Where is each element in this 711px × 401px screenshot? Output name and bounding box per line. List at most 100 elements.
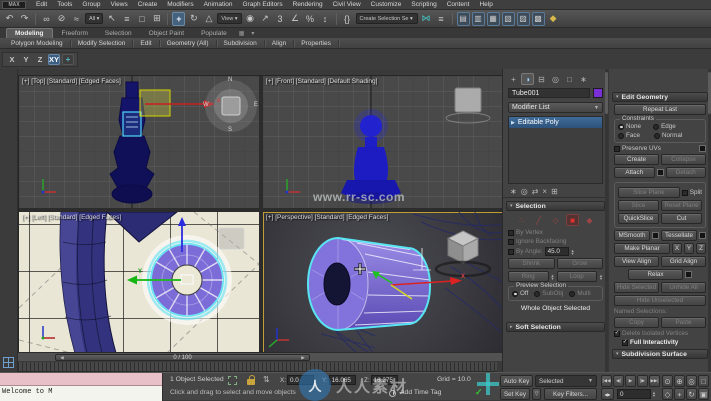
display-tab-icon[interactable]: □ xyxy=(563,73,576,85)
rollout-selection[interactable]: ▾Selection xyxy=(506,201,605,211)
y-coordinate-field[interactable]: 16.065 xyxy=(329,375,356,385)
selection-set-dropdown[interactable]: Selected ▼ xyxy=(535,375,597,387)
quickslice-button[interactable]: QuickSlice xyxy=(618,213,659,224)
vertex-icon[interactable]: ∴ xyxy=(515,214,528,226)
menu-item[interactable]: Civil View xyxy=(328,1,366,8)
ribbon-panel[interactable]: Align xyxy=(265,40,294,47)
menu-item[interactable]: Views xyxy=(105,1,132,8)
play-icon[interactable]: ▶ xyxy=(625,375,636,387)
element-icon[interactable]: ◆ xyxy=(583,214,596,226)
spinner-icon[interactable]: ▲▼ xyxy=(571,249,575,255)
create-button[interactable]: Create xyxy=(614,154,659,165)
relax-settings-icon[interactable] xyxy=(685,271,692,278)
set-key-button[interactable]: Set Key xyxy=(500,388,530,400)
tessellate-button[interactable]: Tessellate xyxy=(661,230,697,241)
menu-item[interactable]: Graph Editors xyxy=(238,1,288,8)
constraint-edge-radio[interactable] xyxy=(653,124,659,130)
pin-stack-icon[interactable]: ∗ xyxy=(510,187,517,196)
constrain-xy-button[interactable]: XY xyxy=(48,54,60,65)
viewport-label[interactable]: [+] [Perspective] [Standard] [Edged Face… xyxy=(266,214,388,221)
create-tab-icon[interactable]: + xyxy=(507,73,520,85)
modifier-stack[interactable]: ▶ Editable Poly xyxy=(508,116,603,184)
menu-item[interactable]: Scripting xyxy=(406,1,441,8)
menu-item[interactable]: Tools xyxy=(52,1,77,8)
slice-button[interactable]: Slice xyxy=(618,200,659,211)
ignore-backfacing-checkbox[interactable] xyxy=(508,239,514,245)
constrain-z-button[interactable]: Z xyxy=(34,54,46,65)
msmooth-button[interactable]: MSmooth xyxy=(614,230,650,241)
border-icon[interactable]: ◇ xyxy=(549,214,562,226)
attach-button[interactable]: Attach xyxy=(614,167,655,178)
make-planar-button[interactable]: Make Planar xyxy=(614,243,670,254)
planar-z-button[interactable]: Z xyxy=(696,243,706,254)
rollout-soft-selection[interactable]: ▸Soft Selection xyxy=(506,322,605,332)
ribbon-tab-selection[interactable]: Selection xyxy=(97,29,140,38)
menu-item[interactable]: Customize xyxy=(366,1,407,8)
by-vertex-checkbox[interactable] xyxy=(508,230,514,236)
app-logo-button[interactable]: MAX xyxy=(2,1,26,9)
remove-modifier-icon[interactable]: × xyxy=(542,187,547,196)
selection-region-icon[interactable] xyxy=(228,376,237,385)
toolbar-separator[interactable] xyxy=(452,13,453,25)
viewport-left[interactable]: [+] [Left] [Standard] [Edged Faces] Y xyxy=(19,212,259,353)
constrain-x-button[interactable]: X xyxy=(6,54,18,65)
snap-toggle-icon[interactable]: 3 xyxy=(274,12,287,26)
zoom-icon[interactable]: ⊙ xyxy=(662,375,673,387)
menu-item[interactable]: Content xyxy=(442,1,475,8)
ribbon-tab-object-paint[interactable]: Object Paint xyxy=(141,29,192,38)
viewport-label[interactable]: [+] [Left] [Standard] [Edged Faces] xyxy=(22,214,121,221)
use-pivot-center-icon[interactable]: ◉ xyxy=(244,12,257,26)
angle-snap-icon[interactable]: ∠ xyxy=(289,12,302,26)
next-frame-icon[interactable]: |▶ xyxy=(637,375,648,387)
absolute-offset-toggle-icon[interactable]: ⇅ xyxy=(263,376,270,384)
select-move-icon[interactable]: + xyxy=(172,12,185,26)
go-start-icon[interactable]: |◀◀ xyxy=(601,375,612,387)
stack-item-editable-poly[interactable]: ▶ Editable Poly xyxy=(509,117,602,128)
x-coordinate-field[interactable]: 0.0 xyxy=(287,375,314,385)
preview-multi-radio[interactable] xyxy=(569,291,575,297)
key-filter-icon[interactable]: ▽ xyxy=(532,388,541,400)
modify-tab-icon[interactable]: ◑ xyxy=(521,73,534,85)
expand-icon[interactable]: ▶ xyxy=(511,120,515,126)
by-angle-checkbox[interactable] xyxy=(508,249,514,255)
z-coordinate-field[interactable]: 16.275 xyxy=(371,375,398,385)
selection-lock-icon[interactable] xyxy=(247,379,255,385)
modifier-list-dropdown[interactable]: Modifier List ▼ xyxy=(508,102,603,113)
previous-frame-icon[interactable]: ◀ xyxy=(58,355,66,361)
unlink-icon[interactable]: ⊘ xyxy=(55,12,68,26)
grid-align-button[interactable]: Grid Align xyxy=(661,256,706,267)
time-slider-handle[interactable]: ◀ 0 / 100 ▶ xyxy=(55,354,310,361)
split-checkbox[interactable] xyxy=(682,190,688,196)
ribbon-panel[interactable]: Modify Selection xyxy=(71,40,134,47)
menu-item[interactable]: Animation xyxy=(199,1,238,8)
ribbon-panel[interactable]: Subdivision xyxy=(217,40,265,47)
object-color-swatch[interactable] xyxy=(593,88,603,98)
select-scale-icon[interactable]: △ xyxy=(202,12,215,26)
go-end-icon[interactable]: ▶▶| xyxy=(649,375,660,387)
render-setup-icon[interactable]: ▩ xyxy=(532,12,545,26)
rect-selection-region-icon[interactable]: □ xyxy=(135,12,148,26)
configure-modifier-icon[interactable]: ⊞ xyxy=(551,187,558,196)
menu-item[interactable]: Rendering xyxy=(288,1,328,8)
view-align-button[interactable]: View Align xyxy=(614,256,659,267)
auto-key-button[interactable]: Auto Key xyxy=(500,375,533,387)
preview-off-radio[interactable] xyxy=(512,291,518,297)
maximize-viewport-icon[interactable]: ▣ xyxy=(698,388,709,400)
named-selection-dropdown[interactable]: Create Selection Se ▾ xyxy=(356,13,418,24)
select-object-icon[interactable]: ↖ xyxy=(105,12,118,26)
macro-recorder-pane[interactable] xyxy=(0,373,162,386)
render-production-icon[interactable]: ◆ xyxy=(547,12,560,26)
ribbon-panel[interactable]: Edit xyxy=(133,40,159,47)
polygon-icon[interactable]: ■ xyxy=(566,214,579,226)
delete-isolated-checkbox[interactable] xyxy=(614,331,620,337)
menu-item[interactable]: Create xyxy=(133,1,163,8)
viewport-label[interactable]: [+] [Front] [Standard] [Default Shading] xyxy=(266,78,377,85)
current-frame-field[interactable]: 0 xyxy=(617,389,651,399)
edit-named-selections-icon[interactable]: {} xyxy=(341,12,354,26)
slice-plane-button[interactable]: Slice Plane xyxy=(618,187,680,198)
make-unique-icon[interactable]: ⇄ xyxy=(532,187,539,196)
full-interactivity-checkbox[interactable] xyxy=(622,340,628,346)
selection-filter-dropdown[interactable]: All ▾ xyxy=(85,13,103,24)
compass-east[interactable]: E xyxy=(254,102,258,108)
reset-plane-button[interactable]: Reset Plane xyxy=(661,200,702,211)
